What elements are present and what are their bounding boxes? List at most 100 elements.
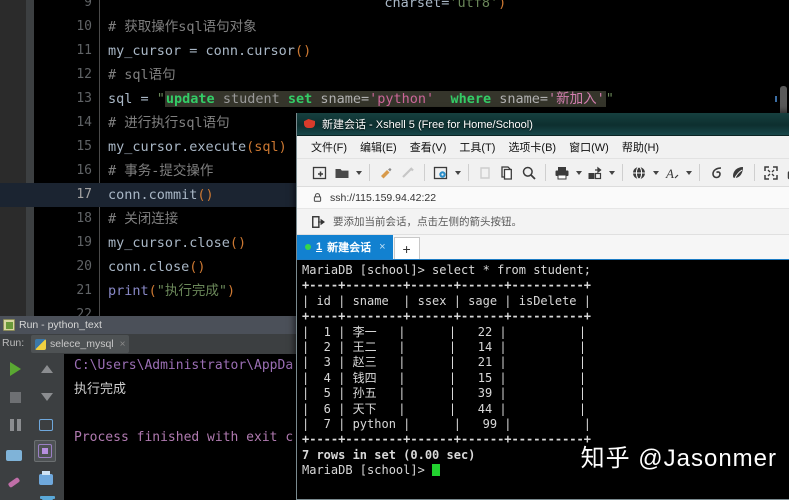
menu-item-6[interactable]: 帮助(H) <box>622 139 659 155</box>
line-content: my_cursor = conn.cursor() <box>108 43 312 59</box>
run-toolbar-secondary <box>30 354 64 500</box>
line-number: 10 <box>76 19 92 34</box>
code-line-9[interactable]: 9 charset='utf8') <box>0 0 789 15</box>
print-dropdown-caret-icon[interactable] <box>576 170 582 175</box>
new-tab-button[interactable]: + <box>393 237 420 259</box>
print-button[interactable] <box>35 468 57 490</box>
run-output-line: 执行完成 <box>74 382 127 397</box>
terminal-line: | 2 | 王二 | | 14 | | <box>302 340 587 355</box>
xshell-session-tabs[interactable]: 1 新建会话 × + <box>297 235 789 260</box>
run-console-output[interactable]: C:\Users\Administrator\AppDa 执行完成 Process… <box>64 354 300 500</box>
stop-button[interactable] <box>4 386 26 408</box>
session-tab-active[interactable]: 1 新建会话 × <box>297 235 393 259</box>
line-content: print("执行完成") <box>108 283 236 299</box>
run-tab-bar: Run: selece_mysql × <box>0 334 300 354</box>
clear-all-button[interactable] <box>36 494 58 500</box>
console-button[interactable] <box>3 444 25 466</box>
menu-item-5[interactable]: 窗口(W) <box>569 139 609 155</box>
print-icon[interactable] <box>553 164 571 182</box>
line-number: 9 <box>84 0 92 10</box>
terminal-line: | 6 | 天下 | | 44 | | <box>302 401 587 416</box>
terminal-line: | 4 | 钱四 | | 15 | | <box>302 370 587 385</box>
run-window-title: Run - python_text <box>19 319 102 331</box>
transfer-icon[interactable] <box>377 164 395 182</box>
terminal-lines: MariaDB [school]> select * from student;… <box>302 263 789 479</box>
fullscreen-icon[interactable] <box>762 164 780 182</box>
address-text: ssh://115.159.94.42:22 <box>330 191 437 204</box>
line-content: # 获取操作sql语句对象 <box>108 19 257 35</box>
terminal-line: | 3 | 赵三 | | 21 | | <box>302 355 587 370</box>
toolbar-separator <box>622 164 623 181</box>
scroll-down-button[interactable] <box>36 386 58 408</box>
session-properties-icon[interactable] <box>432 164 450 182</box>
code-line-13[interactable]: 13 sql = "update student set sname='pytho… <box>0 87 789 111</box>
toolbar-separator <box>754 164 755 181</box>
line-number: 19 <box>76 235 92 250</box>
soft-wrap-button[interactable] <box>35 414 57 436</box>
run-label: Run: <box>2 337 25 349</box>
globe-icon[interactable] <box>630 164 648 182</box>
pause-button[interactable] <box>4 414 26 436</box>
paste-icon <box>476 164 494 182</box>
open-folder-icon[interactable] <box>333 164 351 182</box>
terminal-line: +----+--------+------+------+----------+ <box>302 278 591 293</box>
line-number: 17 <box>76 187 92 202</box>
file-transfer-dropdown-caret-icon[interactable] <box>609 170 615 175</box>
run-button[interactable] <box>4 358 26 380</box>
menu-item-0[interactable]: 文件(F) <box>311 139 347 155</box>
new-session-icon[interactable] <box>311 164 329 182</box>
open-folder-dropdown-caret-icon[interactable] <box>356 170 362 175</box>
terminal-output[interactable]: MariaDB [school]> select * from student;… <box>297 260 789 499</box>
code-line-11[interactable]: 11 my_cursor = conn.cursor() <box>0 39 789 63</box>
terminal-line: | 1 | 李一 | | 22 | | <box>302 324 587 339</box>
terminal-line: +----+--------+------+------+----------+ <box>302 309 591 324</box>
font-dropdown-caret-icon[interactable] <box>686 170 692 175</box>
run-config-tab-label: selece_mysql <box>50 338 114 350</box>
toolbar-separator <box>369 164 370 181</box>
code-line-12[interactable]: 12 # sql语句 <box>0 63 789 87</box>
highlight-icon[interactable] <box>729 164 747 182</box>
find-icon[interactable] <box>520 164 538 182</box>
copy-icon[interactable] <box>498 164 516 182</box>
line-content: # 进行执行sql语句 <box>108 115 230 131</box>
terminal-line: | 7 | python | | 99 | | <box>302 417 591 432</box>
add-session-arrow-icon[interactable] <box>311 215 325 229</box>
menu-item-4[interactable]: 选项卡(B) <box>508 139 556 155</box>
line-content: charset='utf8') <box>108 0 507 11</box>
menu-item-1[interactable]: 编辑(E) <box>360 139 397 155</box>
file-transfer-icon[interactable] <box>586 164 604 182</box>
xshell-titlebar[interactable]: 新建会话 - Xshell 5 (Free for Home/School) <box>297 113 789 136</box>
run-output-line: Process finished with exit c <box>74 430 294 445</box>
line-content: my_cursor.execute(sql) <box>108 139 287 155</box>
line-content: # 关闭连接 <box>108 211 179 227</box>
terminal-line: 7 rows in set (0.00 sec) <box>302 447 476 462</box>
terminal-line: | 5 | 孙五 | | 39 | | <box>302 386 587 401</box>
session-properties-dropdown-caret-icon[interactable] <box>455 170 461 175</box>
line-content: my_cursor.close() <box>108 235 247 251</box>
xshell-toolbar[interactable]: A <box>297 159 789 187</box>
scroll-to-end-button[interactable] <box>34 440 56 462</box>
run-config-tab-close-icon[interactable]: × <box>120 339 126 350</box>
session-tab-close-icon[interactable]: × <box>379 241 385 253</box>
xshell-window-title: 新建会话 - Xshell 5 (Free for Home/School) <box>322 119 533 131</box>
globe-dropdown-caret-icon[interactable] <box>653 170 659 175</box>
pin-button[interactable] <box>3 472 25 494</box>
code-line-10[interactable]: 10 # 获取操作sql语句对象 <box>0 15 789 39</box>
menu-item-3[interactable]: 工具(T) <box>459 139 495 155</box>
line-content: conn.close() <box>108 259 206 275</box>
toolbar-separator <box>699 164 700 181</box>
compose-icon[interactable] <box>707 164 725 182</box>
font-icon[interactable]: A <box>663 164 681 182</box>
svg-text:A: A <box>665 166 674 181</box>
screen: 9 charset='utf8') 10 # 获取操作sql语句对象 11 my_cur… <box>0 0 789 500</box>
run-tool-window: Run - python_text Run: selece_mysql × C:… <box>0 316 300 500</box>
scroll-up-button[interactable] <box>36 358 58 380</box>
xshell-window[interactable]: 新建会话 - Xshell 5 (Free for Home/School) 文… <box>296 113 789 500</box>
lock-icon[interactable] <box>784 164 789 182</box>
run-config-tab[interactable]: selece_mysql × <box>31 335 130 353</box>
xshell-menubar[interactable]: 文件(F) 编辑(E) 查看(V) 工具(T) 选项卡(B) 窗口(W) 帮助(H) <box>297 136 789 159</box>
line-number: 15 <box>76 139 92 154</box>
line-number: 18 <box>76 211 92 226</box>
menu-item-2[interactable]: 查看(V) <box>410 139 447 155</box>
xshell-address-bar[interactable]: ssh://115.159.94.42:22 <box>297 187 789 209</box>
